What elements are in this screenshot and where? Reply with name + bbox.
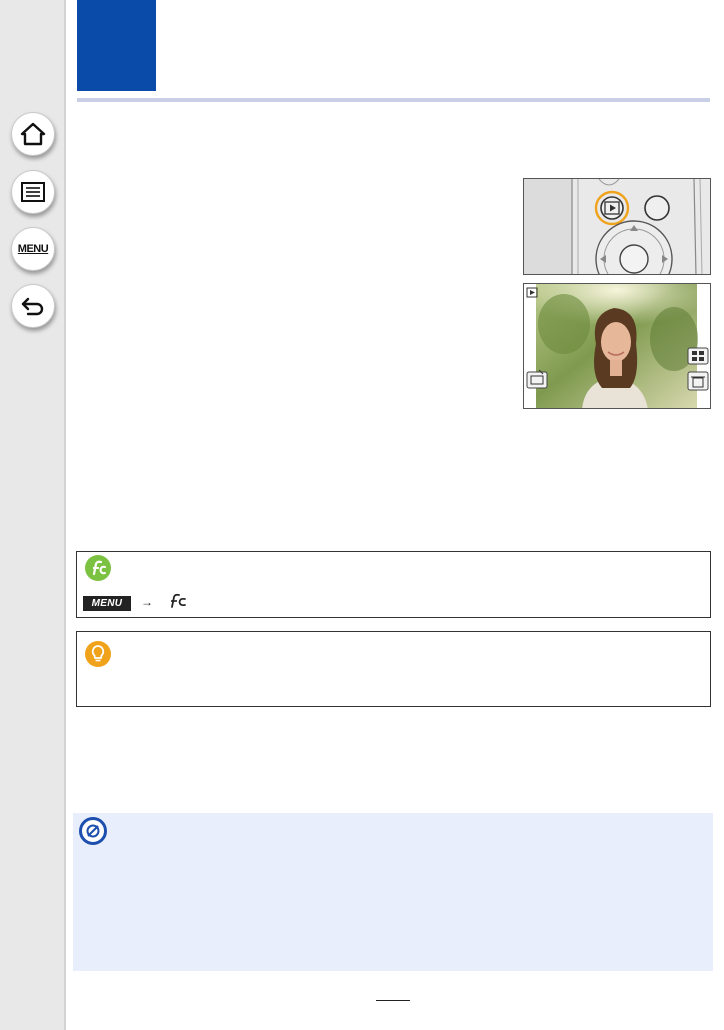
title-underline — [77, 98, 710, 102]
back-arrow-icon — [20, 295, 46, 317]
lightbulb-icon — [85, 641, 111, 667]
playback-screen-photo — [523, 283, 711, 409]
custom-menu-icon — [85, 555, 111, 581]
not-available-panel — [73, 813, 713, 971]
tip-box — [76, 631, 711, 707]
sidebar-divider — [64, 0, 66, 1030]
menu-label: MENU — [17, 243, 49, 255]
chapter-color-block — [77, 0, 156, 91]
page-number-rule — [376, 1000, 410, 1001]
home-icon — [20, 122, 46, 146]
custom-menu-small-icon — [169, 593, 187, 614]
not-available-icon — [79, 817, 107, 845]
menu-button[interactable]: MENU — [11, 227, 55, 271]
home-button[interactable] — [11, 112, 55, 156]
back-button[interactable] — [11, 284, 55, 328]
contents-list-icon — [20, 181, 46, 203]
custom-menu-box: MENU → — [76, 551, 711, 618]
menu-badge: MENU — [83, 596, 131, 611]
camera-playback-button-photo — [523, 178, 711, 275]
contents-button[interactable] — [11, 170, 55, 214]
arrow-right-icon: → — [141, 595, 153, 609]
